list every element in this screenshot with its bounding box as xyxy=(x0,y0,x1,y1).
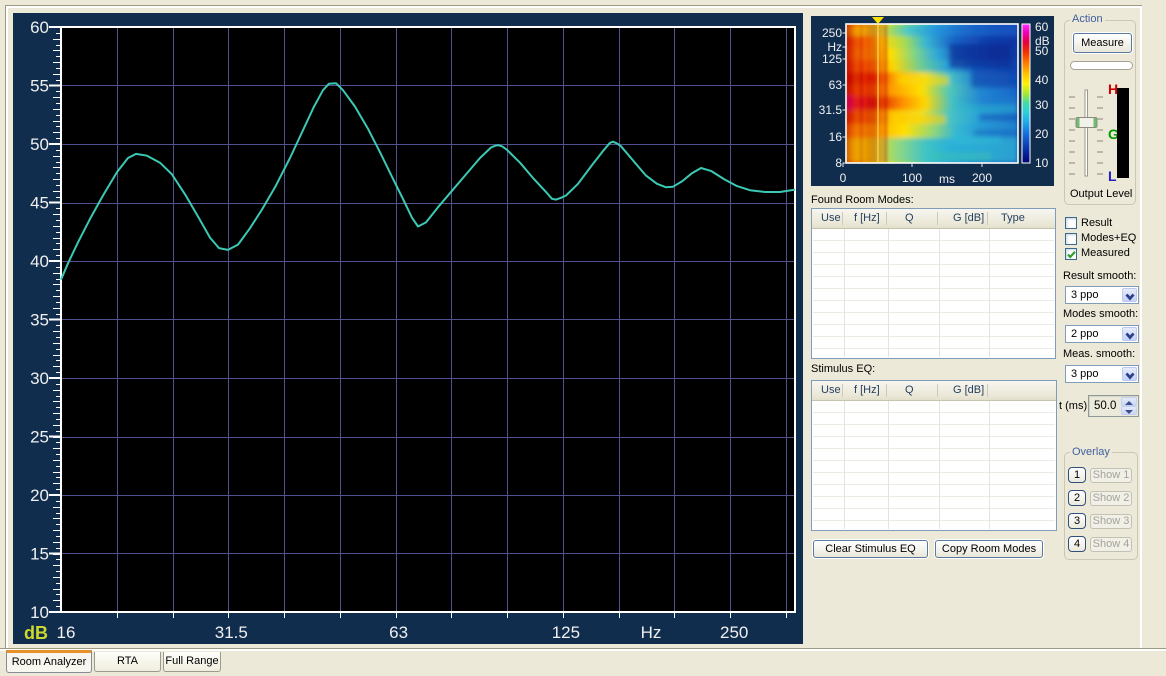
svg-text:16: 16 xyxy=(829,130,843,144)
svg-text:40: 40 xyxy=(30,252,49,271)
svg-text:dB: dB xyxy=(24,623,48,643)
svg-text:10: 10 xyxy=(30,603,49,622)
svg-text:20: 20 xyxy=(1035,127,1049,141)
svg-text:40: 40 xyxy=(1035,73,1049,87)
svg-text:250: 250 xyxy=(822,26,842,40)
svg-text:200: 200 xyxy=(972,171,992,185)
svg-text:L: L xyxy=(1108,168,1117,184)
svg-text:31.5: 31.5 xyxy=(215,623,248,642)
svg-text:15: 15 xyxy=(30,545,49,564)
svg-text:55: 55 xyxy=(30,77,49,96)
svg-text:8: 8 xyxy=(835,156,842,170)
svg-text:60: 60 xyxy=(30,18,49,37)
svg-text:10: 10 xyxy=(1035,156,1049,170)
svg-text:H: H xyxy=(1108,81,1118,97)
svg-text:63: 63 xyxy=(389,623,408,642)
svg-text:30: 30 xyxy=(30,369,49,388)
svg-text:250: 250 xyxy=(720,623,748,642)
svg-text:20: 20 xyxy=(30,486,49,505)
svg-text:50: 50 xyxy=(30,135,49,154)
svg-text:0: 0 xyxy=(840,171,847,185)
svg-text:ms: ms xyxy=(939,172,955,186)
svg-text:45: 45 xyxy=(30,194,49,213)
svg-text:Hz: Hz xyxy=(641,623,662,642)
svg-text:125: 125 xyxy=(822,52,842,66)
svg-text:25: 25 xyxy=(30,428,49,447)
svg-text:100: 100 xyxy=(902,171,922,185)
svg-text:16: 16 xyxy=(57,623,76,642)
svg-text:30: 30 xyxy=(1035,98,1049,112)
svg-text:60: 60 xyxy=(1035,20,1049,34)
svg-text:31.5: 31.5 xyxy=(819,103,843,117)
svg-text:35: 35 xyxy=(30,311,49,330)
svg-text:50: 50 xyxy=(1035,44,1049,58)
svg-text:63: 63 xyxy=(829,78,843,92)
svg-text:125: 125 xyxy=(552,623,580,642)
